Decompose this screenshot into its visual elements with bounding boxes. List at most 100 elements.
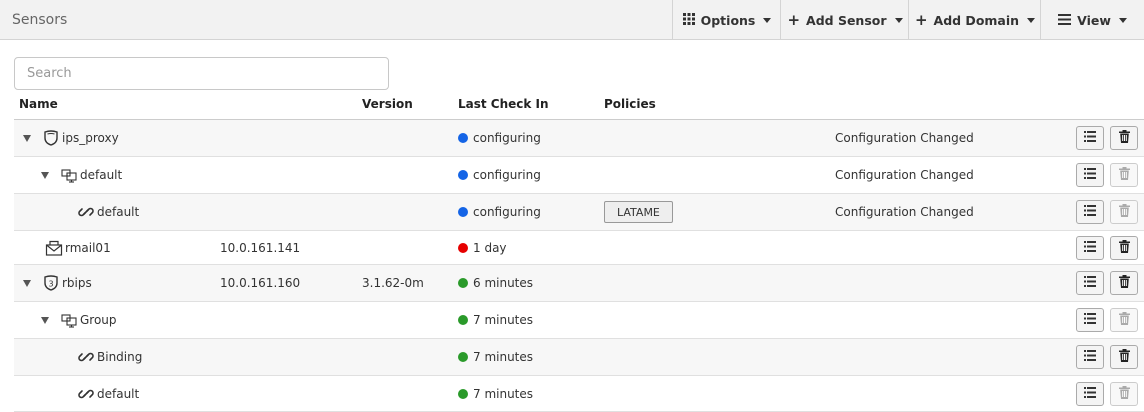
status-dot-icon [458,278,468,288]
delete-button[interactable] [1110,381,1138,406]
last-check-in: 6 minutes [458,276,533,290]
sensor-name[interactable]: rbips [62,276,92,290]
status-dot-icon [458,207,468,217]
sensor-name[interactable]: default [80,168,122,182]
options-button[interactable]: Options [672,0,781,40]
view-label: View [1077,12,1111,28]
trash-icon [1118,167,1130,183]
expand-toggle-icon[interactable] [23,134,31,142]
delete-button[interactable] [1110,345,1138,369]
group-icon [60,166,78,184]
sensor-name[interactable]: Binding [97,350,142,364]
status-info: Configuration Changed [835,131,974,145]
view-button[interactable]: View [1040,0,1144,40]
details-button[interactable] [1076,345,1104,369]
page-title: Sensors [12,12,68,28]
status-text: configuring [473,168,541,182]
name-cell: default [77,385,139,403]
policy-badge[interactable]: LATAME [604,201,673,223]
column-header-policies[interactable]: Policies [604,97,656,111]
status-dot-icon [458,352,468,362]
expand-toggle-icon[interactable] [41,316,49,324]
plus-icon: + [787,10,801,29]
table-row[interactable]: default configuring LATAME Configuration Ch… [14,194,1144,231]
table-row[interactable]: 3 rbips 10.0.161.160 3.1.62-0m 6 minutes [14,265,1144,302]
table-row[interactable]: default 7 minutes [14,376,1144,412]
version: 3.1.62-0m [362,276,424,290]
add-domain-label: Add Domain [933,12,1020,28]
last-check-in: 7 minutes [458,313,533,327]
ip-address: 10.0.161.160 [220,276,301,290]
trash-icon [1118,312,1130,328]
delete-button[interactable] [1110,235,1138,260]
trash-icon [1118,385,1130,402]
expand-toggle-icon[interactable] [41,171,49,179]
chevron-down-icon [1118,17,1127,23]
sensor-name[interactable]: Group [80,313,117,327]
list-icon [1084,240,1096,255]
add-sensor-label: Add Sensor [806,12,887,28]
name-cell: ips_proxy [23,129,119,147]
status-text: configuring [473,205,541,219]
toolbar: Sensors Options + Add Sensor + Add Domai… [0,0,1144,40]
table-row[interactable]: Group 7 minutes [14,302,1144,339]
column-header-name[interactable]: Name [19,97,58,111]
sensor-name[interactable]: rmail01 [65,241,111,255]
details-button[interactable] [1076,126,1104,150]
table-header: Name Version Last Check In Policies [14,96,1144,120]
name-cell: Group [41,311,117,329]
trash-icon [1118,130,1130,146]
svg-text:3: 3 [48,280,53,289]
sensor-name[interactable]: ips_proxy [62,131,119,145]
ip-address: 10.0.161.141 [220,240,301,255]
table-row[interactable]: rmail01 10.0.161.141 1 day [14,231,1144,265]
details-button[interactable] [1076,381,1104,406]
last-check-in: 7 minutes [458,350,533,364]
column-header-last-check-in[interactable]: Last Check In [458,97,549,111]
search-input[interactable] [14,57,389,90]
details-button[interactable] [1076,200,1104,224]
column-header-version[interactable]: Version [362,97,413,111]
trash-icon [1118,275,1130,291]
table-row[interactable]: default configuring Configuration Changed [14,157,1144,194]
delete-button[interactable] [1110,126,1138,150]
link-icon [77,203,95,221]
list-icon [1084,350,1096,364]
details-button[interactable] [1076,271,1104,295]
status-dot-icon [458,315,468,325]
delete-button[interactable] [1110,271,1138,295]
name-cell: rmail01 [45,239,111,257]
delete-button[interactable] [1110,163,1138,187]
add-domain-button[interactable]: + Add Domain [908,0,1041,40]
list-icon [1084,313,1096,327]
sensor-name[interactable]: default [97,205,139,219]
status-text: 7 minutes [473,386,534,401]
add-sensor-button[interactable]: + Add Sensor [780,0,909,40]
name-cell: Binding [77,348,142,366]
last-check-in: configuring [458,168,541,182]
delete-button[interactable] [1110,200,1138,224]
details-button[interactable] [1076,163,1104,187]
expand-toggle-icon[interactable] [23,279,31,287]
plus-icon: + [914,10,928,29]
chevron-down-icon [894,17,903,23]
sensor-name[interactable]: default [97,387,139,401]
shield-3-icon: 3 [42,274,60,292]
table-row[interactable]: ips_proxy configuring Configuration Change… [14,120,1144,157]
grid-icon [682,12,695,28]
list-icon [1084,168,1096,182]
delete-button[interactable] [1110,308,1138,332]
details-button[interactable] [1076,235,1104,260]
status-info: Configuration Changed [835,205,974,219]
link-icon [77,385,95,403]
trash-icon [1118,349,1130,365]
status-text: 7 minutes [473,313,534,327]
options-label: Options [700,12,756,28]
details-button[interactable] [1076,308,1104,332]
trash-icon [1118,239,1130,256]
mail-icon [45,239,63,257]
table-row[interactable]: Binding 7 minutes [14,339,1144,376]
status-text: 7 minutes [473,350,534,364]
chevron-down-icon [1027,17,1036,23]
chevron-down-icon [763,17,772,23]
